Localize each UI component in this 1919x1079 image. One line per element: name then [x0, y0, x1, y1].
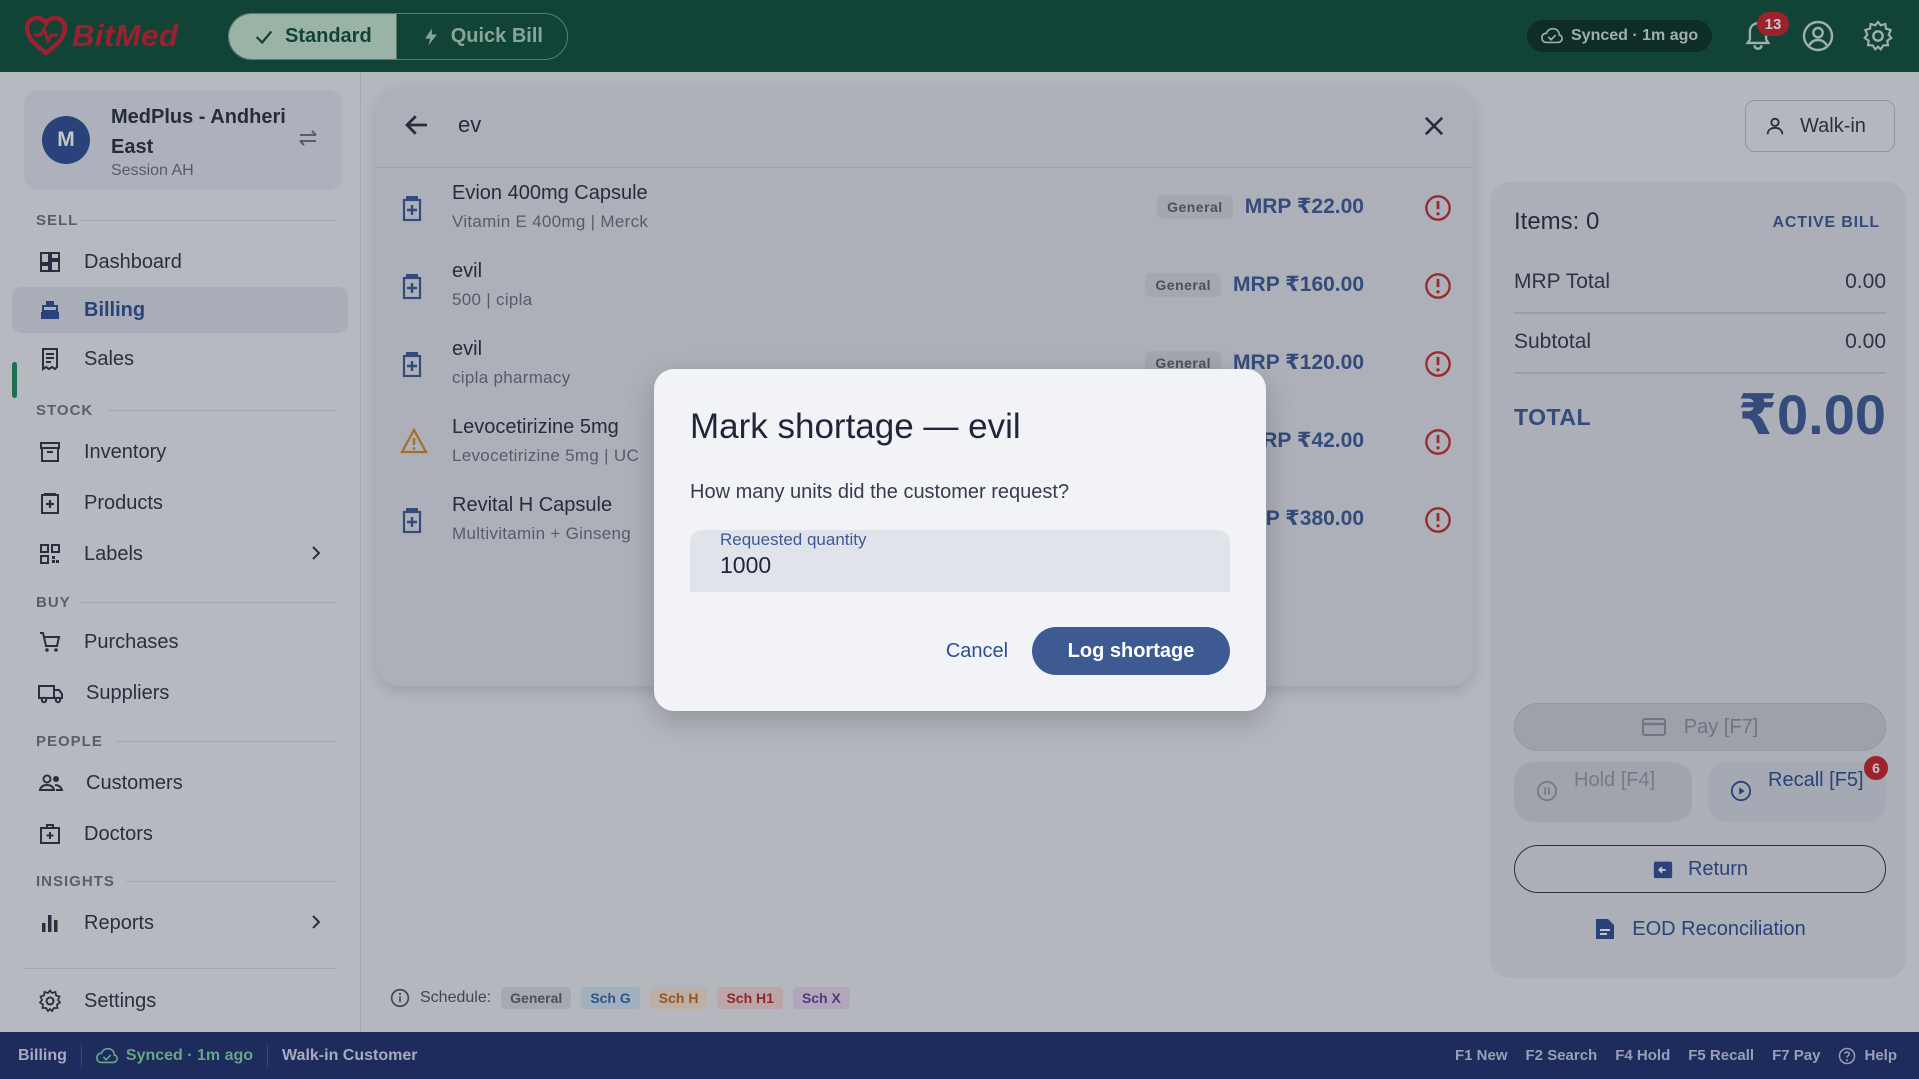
- dialog-question: How many units did the customer request?: [690, 481, 1070, 503]
- cancel-button[interactable]: Cancel: [922, 627, 1032, 675]
- log-shortage-button[interactable]: Log shortage: [1032, 627, 1230, 675]
- requested-quantity-input[interactable]: [720, 552, 1200, 579]
- mark-shortage-dialog: Mark shortage — evil How many units did …: [654, 369, 1266, 711]
- dialog-title: Mark shortage — evil: [690, 407, 1021, 446]
- requested-quantity-label: Requested quantity: [720, 530, 867, 549]
- requested-quantity-field[interactable]: Requested quantity: [690, 530, 1230, 592]
